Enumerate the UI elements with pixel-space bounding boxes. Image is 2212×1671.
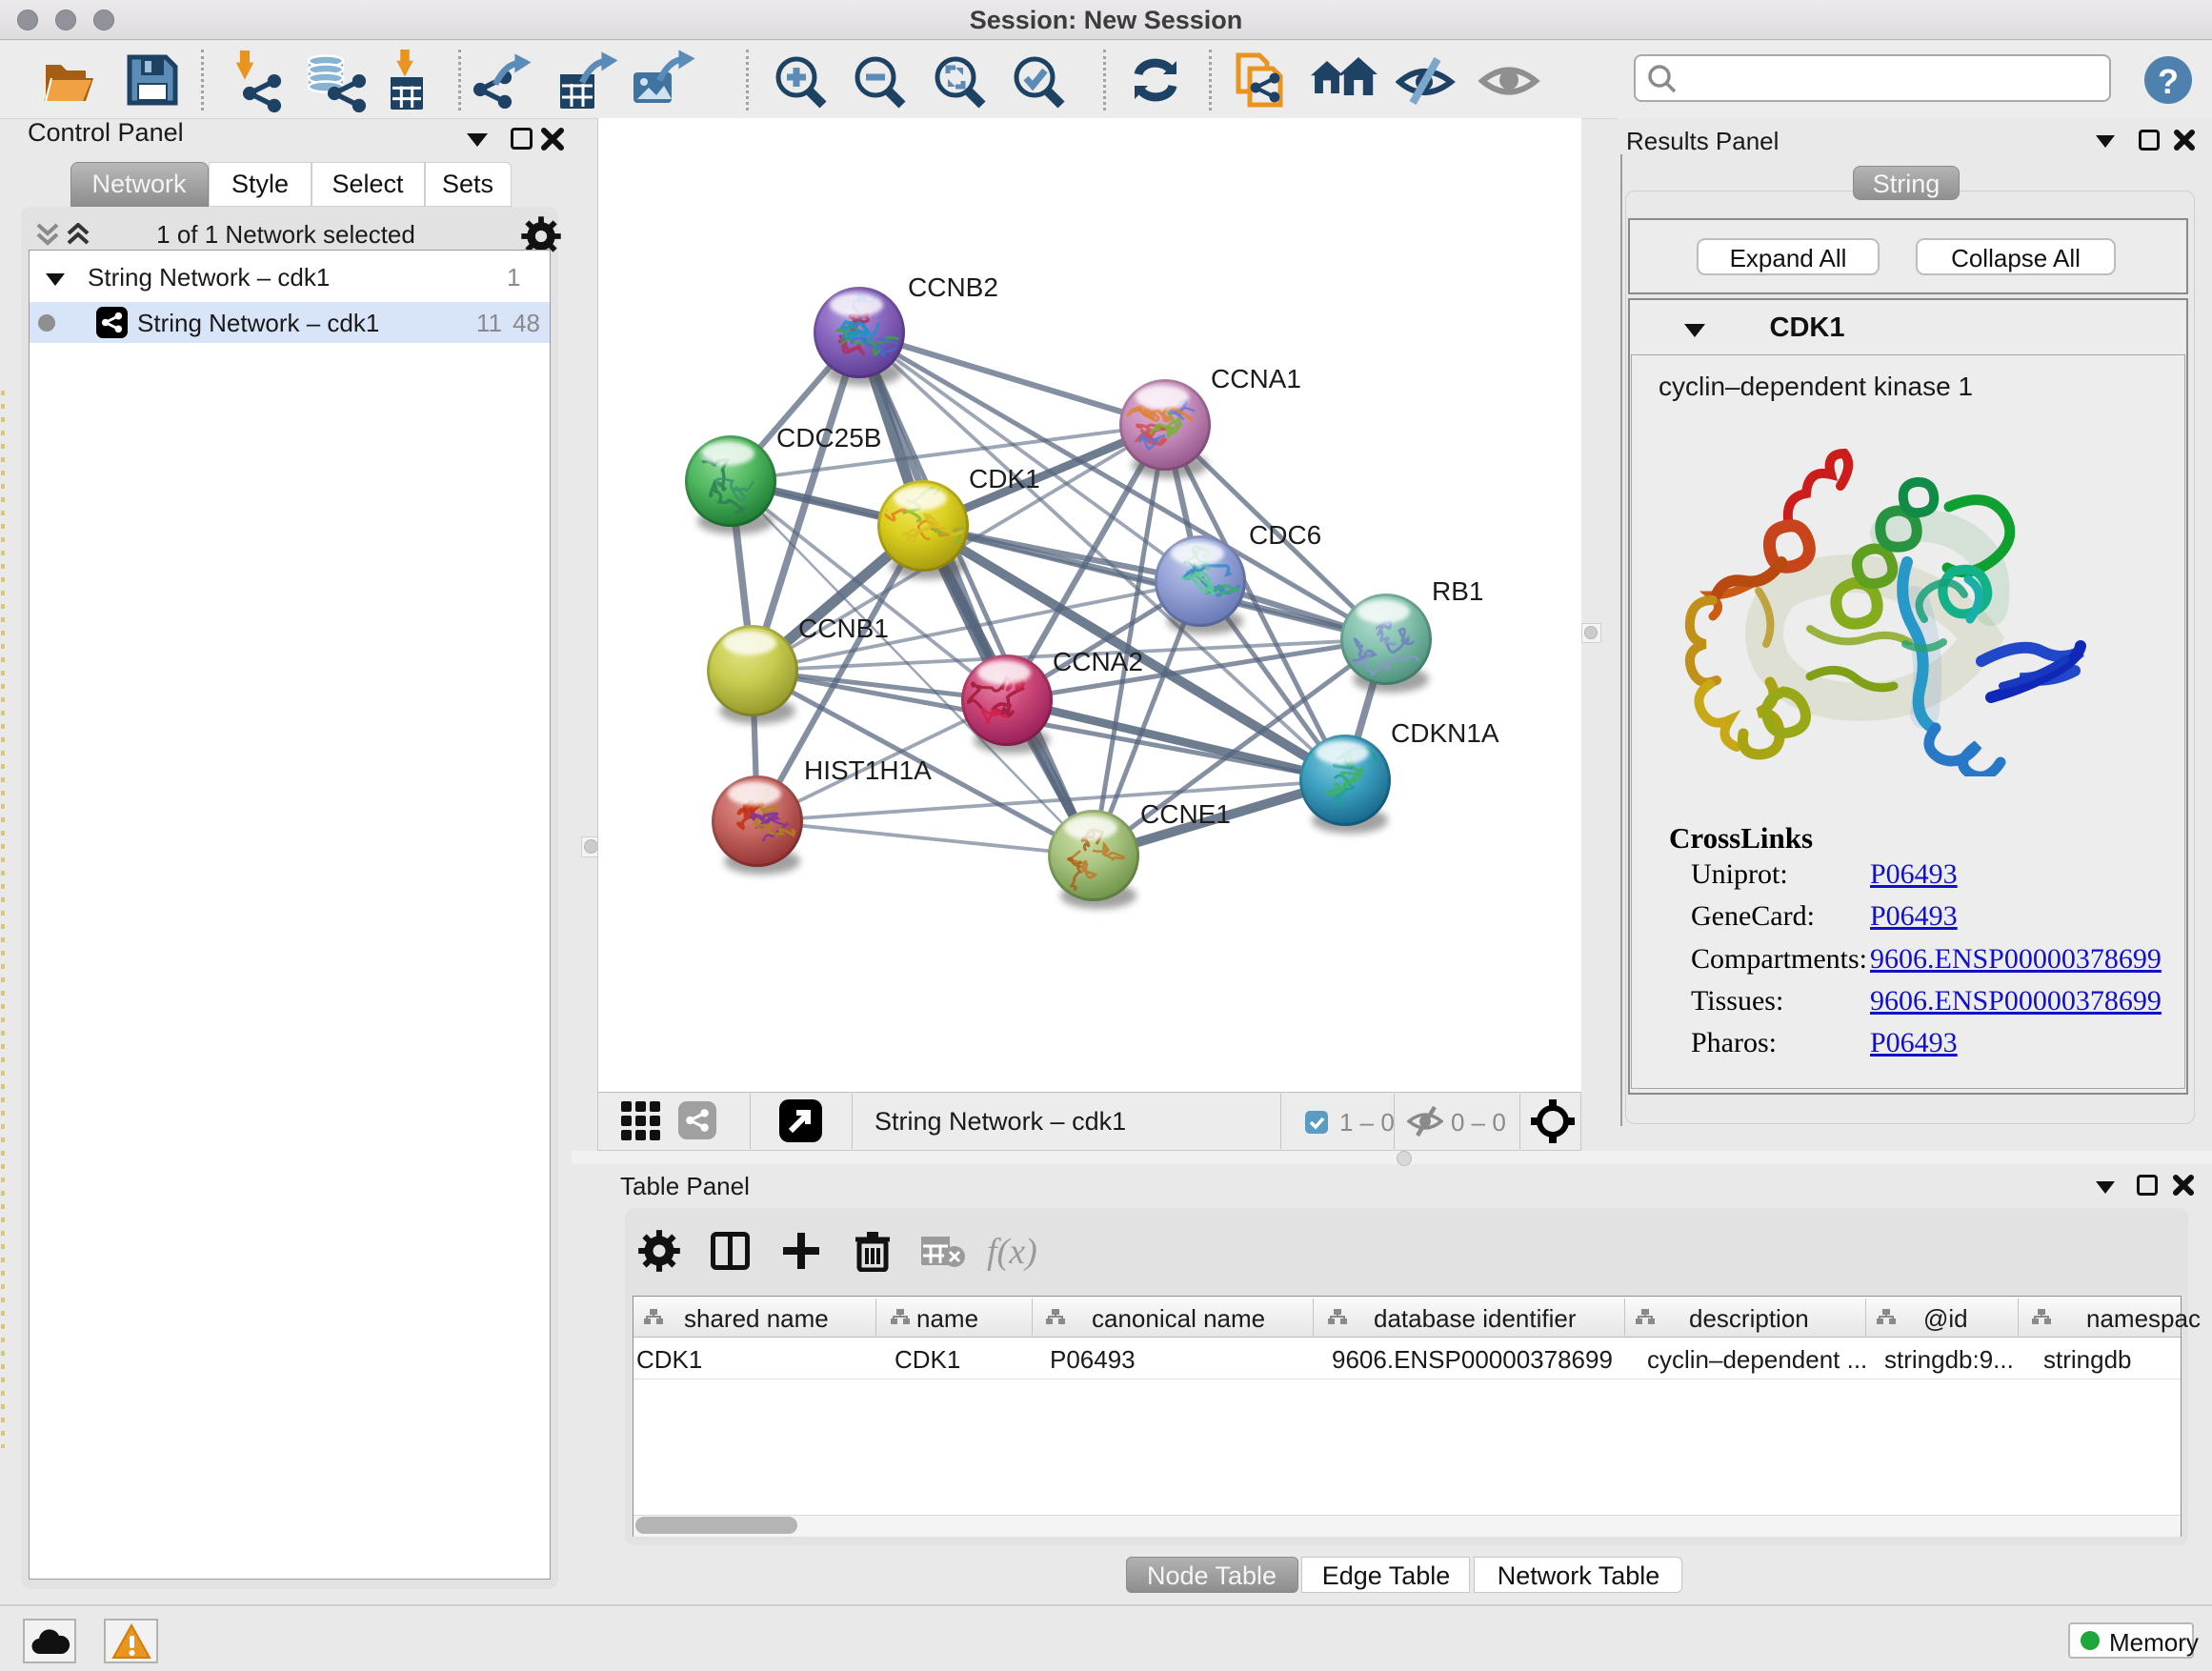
svg-text:CCNB2: CCNB2 bbox=[908, 272, 998, 302]
svg-text:CDKN1A: CDKN1A bbox=[1391, 718, 1499, 748]
svg-text:CCNB1: CCNB1 bbox=[798, 614, 889, 643]
svg-text:CCNA1: CCNA1 bbox=[1211, 364, 1301, 393]
svg-text:CCNE1: CCNE1 bbox=[1140, 799, 1231, 829]
svg-text:CDC25B: CDC25B bbox=[776, 423, 881, 453]
svg-text:CDK1: CDK1 bbox=[969, 464, 1040, 493]
svg-text:RB1: RB1 bbox=[1432, 576, 1483, 606]
svg-text:CDC6: CDC6 bbox=[1249, 520, 1321, 550]
svg-text:HIST1H1A: HIST1H1A bbox=[804, 755, 932, 785]
svg-text:CCNA2: CCNA2 bbox=[1053, 647, 1143, 676]
